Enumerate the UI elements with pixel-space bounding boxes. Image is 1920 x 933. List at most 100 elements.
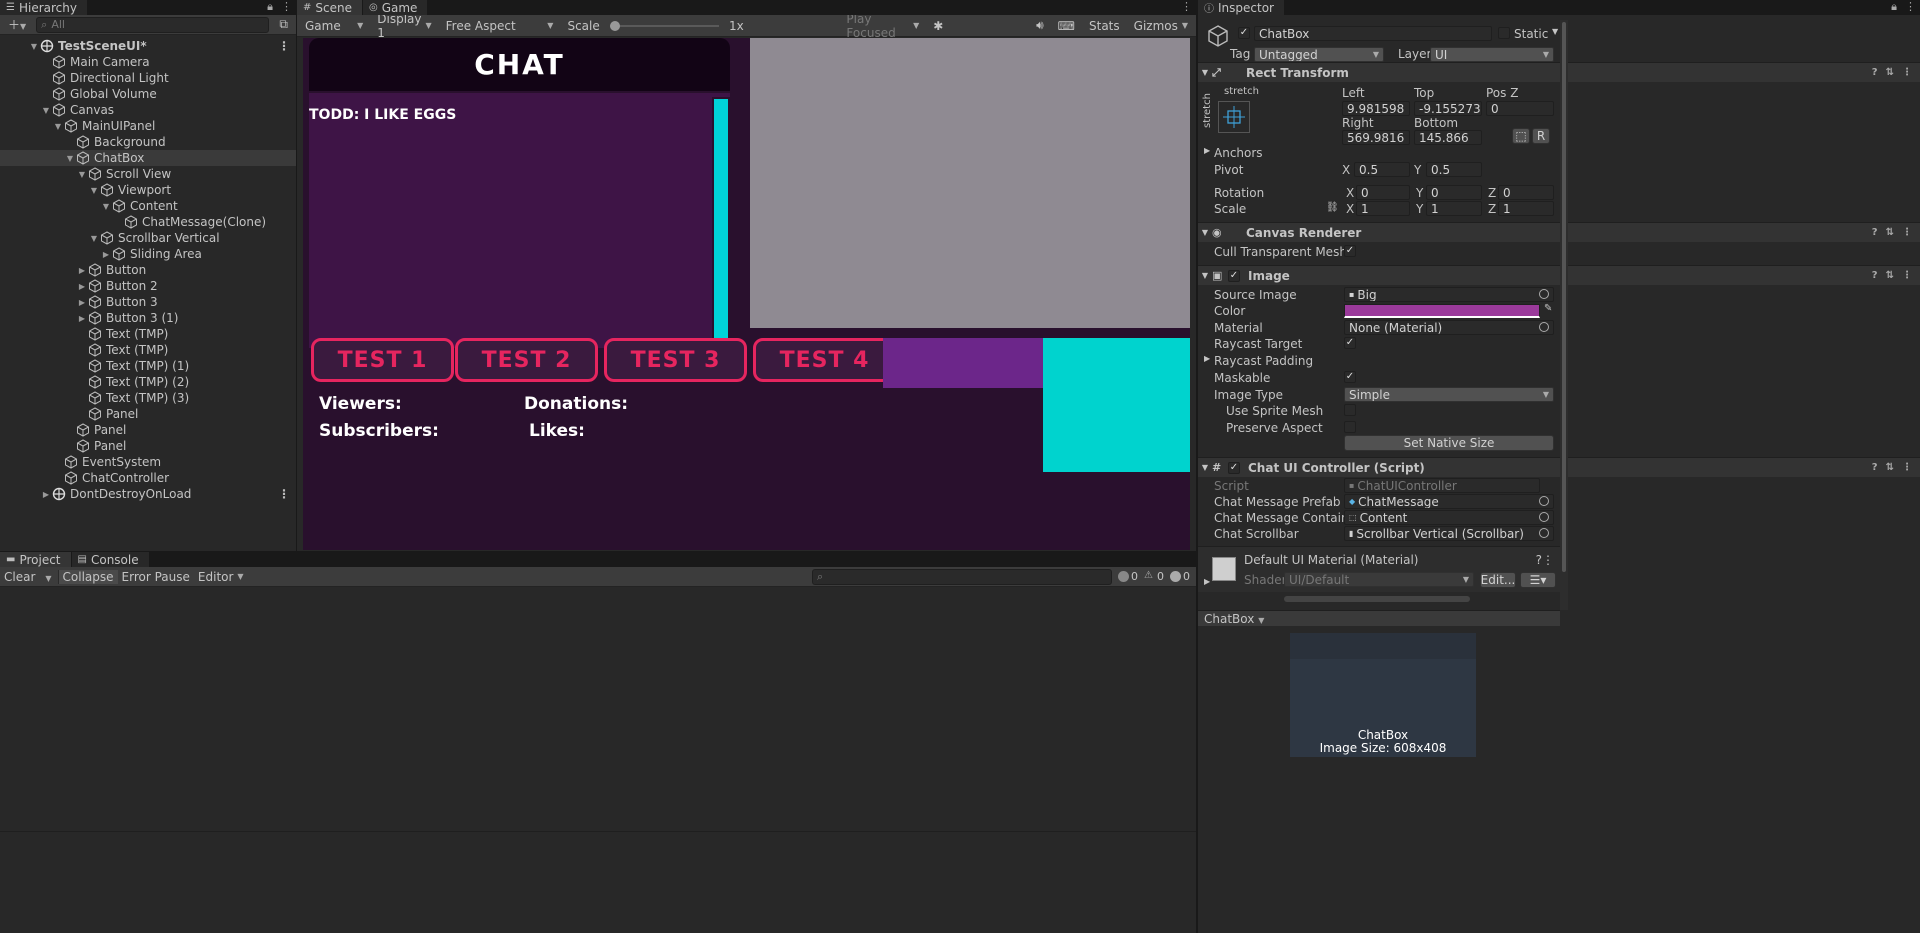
hierarchy-item[interactable]: EventSystem (0, 454, 296, 470)
hierarchy-item[interactable]: Text (TMP) (0, 326, 296, 342)
test-4-button[interactable]: TEST 4 (753, 338, 896, 382)
active-checkbox[interactable]: ✓ (1238, 27, 1250, 39)
kebab-menu-icon[interactable]: ⋮ (1902, 67, 1912, 78)
hierarchy-item[interactable]: Directional Light (0, 70, 296, 86)
chevron-down-icon[interactable]: ▼ (76, 170, 88, 179)
aspect-dropdown[interactable]: Free Aspect ▼ (442, 19, 558, 33)
rotation-y-field[interactable]: 0 (1426, 185, 1482, 200)
inspector-scrollbar-thumb[interactable] (1562, 22, 1566, 572)
pivot-x-field[interactable]: 0.5 (1354, 162, 1410, 177)
hierarchy-item[interactable]: Panel (0, 422, 296, 438)
shader-dropdown[interactable]: UI/Default ▼ (1284, 572, 1474, 587)
log-count[interactable]: 0 (1118, 570, 1138, 583)
preserve-aspect-checkbox[interactable] (1344, 421, 1356, 433)
hierarchy-item[interactable]: ChatController (0, 470, 296, 486)
chevron-right-icon[interactable]: ▶ (1204, 577, 1210, 586)
bug-icon[interactable]: ✱ (929, 19, 1026, 33)
help-icon[interactable]: ? (1872, 227, 1878, 238)
kebab-menu-icon[interactable]: ⋮ (278, 39, 290, 53)
chat-controller-enabled-checkbox[interactable]: ✓ (1228, 461, 1240, 474)
scale-slider[interactable] (609, 20, 719, 31)
material-preview-swatch[interactable] (1212, 557, 1236, 581)
hierarchy-item[interactable]: Text (TMP) (2) (0, 374, 296, 390)
scale-y-field[interactable]: 1 (1426, 201, 1482, 216)
hierarchy-item[interactable]: ▼ TestSceneUI* ⋮ (0, 38, 296, 54)
blueprint-mode-button[interactable]: ⬚ (1512, 128, 1530, 144)
rect-transform-header[interactable]: ▼ ⤢ Rect Transform ? ⇅ ⋮ (1198, 62, 1920, 82)
canvas-renderer-header[interactable]: ▼ ◉ Canvas Renderer ? ⇅ ⋮ (1198, 222, 1920, 242)
chevron-right-icon[interactable]: ▶ (76, 314, 88, 323)
preview-dropdown[interactable]: ChatBox ▼ (1204, 612, 1264, 626)
chevron-down-icon[interactable]: ▼ (100, 202, 112, 211)
chat-box[interactable]: TODD: I LIKE EGGS (309, 93, 730, 348)
hierarchy-item[interactable]: Panel (0, 406, 296, 422)
display-dropdown[interactable]: Display 1 ▼ (373, 12, 435, 40)
object-picker-icon[interactable] (1539, 528, 1549, 538)
eyedropper-icon[interactable]: ✎ (1544, 303, 1552, 314)
image-type-dropdown[interactable]: Simple ▼ (1344, 387, 1554, 402)
chat-message-container-field[interactable]: ⬚ Content (1344, 510, 1554, 525)
chat-controller-header[interactable]: ▼ # ✓ Chat UI Controller (Script) ? ⇅ ⋮ (1198, 457, 1920, 477)
scene-visibility-icon[interactable]: ⧉ (275, 17, 292, 32)
tab-scene[interactable]: # Scene (297, 0, 363, 15)
test-3-button[interactable]: TEST 3 (604, 338, 747, 382)
use-sprite-mesh-checkbox[interactable] (1344, 404, 1356, 416)
chat-scrollbar-field[interactable]: ▮ Scrollbar Vertical (Scrollbar) (1344, 526, 1554, 541)
presets-icon[interactable]: ⇅ (1886, 270, 1894, 281)
hierarchy-item[interactable]: ▼ Viewport (0, 182, 296, 198)
tab-project[interactable]: ▬ Project (0, 552, 72, 567)
object-picker-icon[interactable] (1539, 322, 1549, 332)
kebab-menu-icon[interactable]: ⋮ (281, 0, 292, 14)
hierarchy-item[interactable]: Text (TMP) (3) (0, 390, 296, 406)
hierarchy-item[interactable]: ▼ MainUIPanel (0, 118, 296, 134)
hierarchy-item[interactable]: ▼ Scroll View (0, 166, 296, 182)
tab-hierarchy[interactable]: ☰ Hierarchy (0, 0, 88, 15)
game-canvas[interactable]: CHAT TODD: I LIKE EGGS TEST 1 TEST 2 TES… (303, 38, 1190, 550)
raycast-target-checkbox[interactable]: ✓ (1344, 337, 1356, 349)
image-enabled-checkbox[interactable]: ✓ (1228, 269, 1240, 282)
scale-slider-thumb[interactable] (609, 20, 620, 31)
preview-resize-handle[interactable] (1284, 596, 1470, 602)
warning-count[interactable]: ⚠ 0 (1144, 570, 1164, 583)
tab-game[interactable]: ◎ Game (362, 0, 429, 15)
test-2-button[interactable]: TEST 2 (455, 338, 598, 382)
hierarchy-item[interactable]: ChatMessage(Clone) (0, 214, 296, 230)
static-checkbox[interactable] (1498, 27, 1510, 39)
source-image-field[interactable]: ▪ Big (1344, 287, 1554, 302)
pivot-y-field[interactable]: 0.5 (1426, 162, 1482, 177)
gizmos-dropdown[interactable]: Gizmos ▼ (1130, 19, 1192, 33)
hierarchy-item[interactable]: ▶ Button 2 (0, 278, 296, 294)
scale-x-field[interactable]: 1 (1356, 201, 1410, 216)
object-picker-icon[interactable] (1539, 496, 1549, 506)
clear-options-dropdown[interactable]: ▼ (39, 569, 59, 584)
chevron-down-icon[interactable]: ▼ (1552, 27, 1558, 36)
chat-scrollbar[interactable] (712, 97, 730, 342)
kebab-menu-icon[interactable]: ⋮ (1181, 0, 1192, 13)
pos-z-field[interactable]: 0 (1486, 101, 1554, 116)
chevron-right-icon[interactable]: ▶ (76, 266, 88, 275)
console-search-input[interactable]: ⌕ (812, 568, 1112, 585)
cull-transparent-checkbox[interactable]: ✓ (1344, 245, 1356, 257)
tab-inspector[interactable]: ⓘ Inspector (1198, 0, 1285, 15)
hierarchy-item[interactable]: ▶ DontDestroyOnLoad ⋮ (0, 486, 296, 502)
anchor-presets-button[interactable] (1218, 101, 1250, 133)
chevron-down-icon[interactable]: ▼ (40, 106, 52, 115)
hierarchy-item[interactable]: Main Camera (0, 54, 296, 70)
lock-icon[interactable]: 🔒︎ (1891, 0, 1897, 14)
help-icon[interactable]: ? (1872, 67, 1878, 78)
add-object-button[interactable]: ＋▼ (4, 16, 30, 33)
kebab-menu-icon[interactable]: ⋮ (1542, 553, 1554, 567)
game-mode-dropdown[interactable]: Game ▼ (301, 19, 367, 33)
raw-edit-button[interactable]: R (1532, 128, 1550, 144)
rotation-z-field[interactable]: 0 (1498, 185, 1554, 200)
chat-message-prefab-field[interactable]: ◆ ChatMessage (1344, 494, 1554, 509)
layer-dropdown[interactable]: UI ▼ (1430, 47, 1554, 62)
top-field[interactable]: -9.155273e-0 (1414, 101, 1482, 116)
link-icon[interactable]: ⛓ (1326, 202, 1339, 213)
hierarchy-item[interactable]: Global Volume (0, 86, 296, 102)
tag-dropdown[interactable]: Untagged ▼ (1254, 47, 1384, 62)
kebab-menu-icon[interactable]: ⋮ (1902, 227, 1912, 238)
tab-console[interactable]: ▤ Console (71, 552, 150, 567)
color-field[interactable] (1344, 304, 1540, 318)
kebab-menu-icon[interactable]: ⋮ (1902, 270, 1912, 281)
